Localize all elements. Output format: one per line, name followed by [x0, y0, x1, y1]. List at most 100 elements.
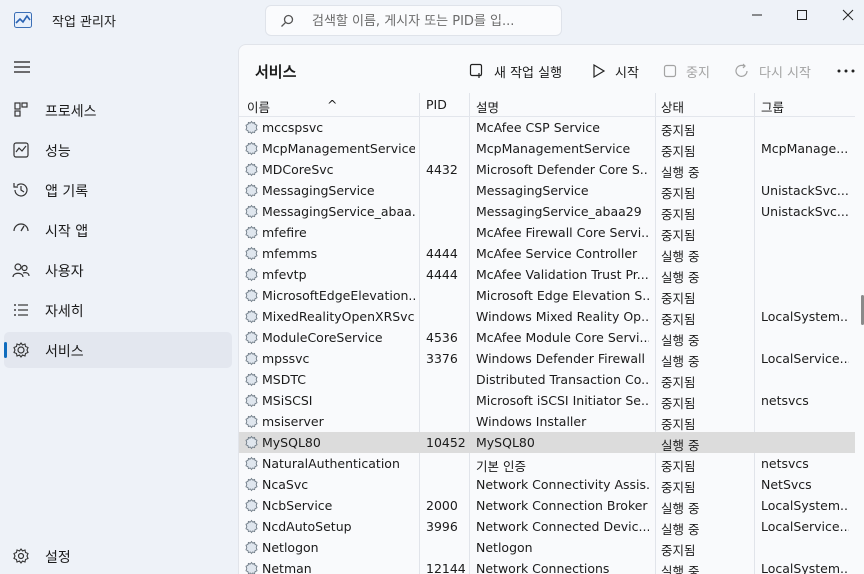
restart-button[interactable]: 다시 시작 — [734, 60, 811, 82]
table-row[interactable]: MicrosoftEdgeElevation... Microsoft Edge … — [239, 285, 855, 306]
service-name: ModuleCoreService — [262, 330, 383, 345]
sidebar-item-label: 자세히 — [45, 304, 84, 320]
table-row[interactable]: msiserver Windows Installer 중지됨 — [239, 411, 855, 432]
app-history-icon — [13, 183, 28, 197]
table-row[interactable]: ModuleCoreService 4536 McAfee Module Core … — [239, 327, 855, 348]
table-row[interactable]: MessagingService_abaa... MessagingService… — [239, 201, 855, 222]
sidebar: 프로세스 성능 앱 기록 시작 앱 사용자 자세히 서비스 설정 — [0, 40, 238, 574]
table-row[interactable]: MySQL80 10452 MySQL80 실행 중 — [239, 432, 855, 453]
service-description: MessagingService — [476, 183, 589, 198]
service-description: Network Connection Broker — [476, 498, 648, 513]
sidebar-item-label: 시작 앱 — [45, 224, 89, 240]
table-row[interactable]: mfevtp 4444 McAfee Validation Trust Pr... 실… — [239, 264, 855, 285]
table-row[interactable]: MessagingService MessagingService 중지됨 Unist… — [239, 180, 855, 201]
sidebar-item-processes[interactable]: 프로세스 — [4, 92, 232, 128]
table-row[interactable]: McpManagementService McpManagementService… — [239, 138, 855, 159]
column-header-status[interactable]: 상태 — [661, 97, 684, 116]
service-status: 중지됨 — [661, 186, 696, 201]
table-row[interactable]: mccspsvc McAfee CSP Service 중지됨 — [239, 117, 855, 138]
minimize-button[interactable] — [734, 0, 780, 30]
sidebar-item-details[interactable]: 자세히 — [4, 292, 232, 328]
start-label: 시작 — [615, 65, 639, 81]
sidebar-item-services[interactable]: 서비스 — [4, 332, 232, 368]
table-row[interactable]: Netlogon Netlogon 중지됨 — [239, 537, 855, 558]
table-row[interactable]: NcbService 2000 Network Connection Broker 실… — [239, 495, 855, 516]
column-header-group[interactable]: 그룹 — [761, 97, 784, 116]
stop-button[interactable]: 중지 — [663, 60, 710, 82]
service-pid: 4536 — [426, 330, 458, 345]
table-row[interactable]: MixedRealityOpenXRSvc Windows Mixed Reali… — [239, 306, 855, 327]
processes-icon — [14, 102, 28, 117]
service-status: 중지됨 — [661, 144, 696, 159]
service-name: mfefire — [262, 225, 307, 240]
maximize-button[interactable] — [779, 0, 825, 30]
service-description: McAfee Service Controller — [476, 246, 638, 261]
sidebar-item-app-history[interactable]: 앱 기록 — [4, 172, 232, 208]
service-gear-icon — [245, 498, 258, 513]
title-bar: 작업 관리자 — [0, 0, 864, 40]
table-row[interactable]: NcaSvc Network Connectivity Assis... 중지됨 Ne… — [239, 474, 855, 495]
sidebar-item-users[interactable]: 사용자 — [4, 252, 232, 288]
service-gear-icon — [245, 414, 258, 429]
services-panel: 서비스 새 작업 실행 시작 중지 다시 시작 이름 ^ PID 설명 상태 그… — [238, 44, 864, 574]
restart-label: 다시 시작 — [759, 65, 811, 81]
table-row[interactable]: mpssvc 3376 Windows Defender Firewall 실행 중 L… — [239, 348, 855, 369]
table-row[interactable]: MSDTC Distributed Transaction Co... 중지됨 — [239, 369, 855, 390]
service-description: Microsoft iSCSI Initiator Se... — [476, 393, 649, 408]
service-status: 실행 중 — [661, 333, 700, 348]
start-button[interactable]: 시작 — [592, 60, 639, 82]
service-description: Netlogon — [476, 540, 533, 555]
service-group: netsvcs — [761, 456, 809, 471]
sidebar-item-performance[interactable]: 성능 — [4, 132, 232, 168]
service-group: netsvcs — [761, 393, 809, 408]
table-row[interactable]: Netman 12144 Network Connections 실행 중 LocalS… — [239, 558, 855, 574]
service-status: 실행 중 — [661, 270, 700, 285]
table-row[interactable]: MSiSCSI Microsoft iSCSI Initiator Se... 중지… — [239, 390, 855, 411]
service-group: McpManage... — [761, 141, 849, 156]
service-group: UnistackSvc... — [761, 204, 849, 219]
table-row[interactable]: NcdAutoSetup 3996 Network Connected Devic.… — [239, 516, 855, 537]
service-status: 실행 중 — [661, 165, 700, 180]
service-name: MicrosoftEdgeElevation... — [262, 288, 415, 303]
hamburger-menu-icon[interactable] — [12, 58, 32, 76]
table-row[interactable]: mfefire McAfee Firewall Core Servi... 중지됨 — [239, 222, 855, 243]
sidebar-item-startup-apps[interactable]: 시작 앱 — [4, 212, 232, 248]
close-button[interactable] — [825, 0, 864, 30]
new-task-button[interactable]: 새 작업 실행 — [469, 60, 562, 82]
service-pid: 4444 — [426, 246, 458, 261]
search-input[interactable] — [312, 10, 552, 32]
sidebar-item-settings[interactable]: 설정 — [4, 538, 232, 574]
more-options-icon[interactable] — [835, 61, 857, 81]
column-header-description[interactable]: 설명 — [476, 97, 499, 116]
column-header-pid[interactable]: PID — [426, 97, 447, 112]
service-gear-icon — [245, 309, 258, 324]
sort-ascending-icon: ^ — [327, 97, 338, 112]
service-status: 중지됨 — [661, 207, 696, 222]
service-name: mfevtp — [262, 267, 307, 282]
service-group: NetSvcs — [761, 477, 812, 492]
search-box[interactable] — [265, 5, 562, 36]
service-name: NcaSvc — [262, 477, 309, 492]
service-name: MDCoreSvc — [262, 162, 334, 177]
settings-gear-icon — [13, 548, 29, 564]
search-icon — [281, 14, 294, 27]
table-header: 이름 ^ PID 설명 상태 그룹 — [239, 93, 855, 117]
table-row[interactable]: MDCoreSvc 4432 Microsoft Defender Core S..… — [239, 159, 855, 180]
service-gear-icon — [245, 456, 258, 471]
service-description: Windows Defender Firewall — [476, 351, 645, 366]
service-gear-icon — [245, 351, 258, 366]
service-group: LocalSystem... — [761, 498, 849, 513]
column-header-name[interactable]: 이름 — [247, 97, 270, 116]
service-status: 중지됨 — [661, 417, 696, 432]
details-icon — [14, 304, 28, 316]
service-description: McpManagementService — [476, 141, 631, 156]
sidebar-item-label: 서비스 — [45, 344, 84, 360]
service-description: MySQL80 — [476, 435, 535, 450]
service-name: Netman — [262, 561, 312, 574]
close-icon — [842, 9, 854, 21]
table-row[interactable]: mfemms 4444 McAfee Service Controller 실행 중 — [239, 243, 855, 264]
service-description: 기본 인증 — [476, 459, 526, 474]
new-task-label: 새 작업 실행 — [494, 65, 563, 81]
table-row[interactable]: NaturalAuthentication 기본 인증 중지됨 netsvcs — [239, 453, 855, 474]
performance-icon — [13, 142, 29, 158]
